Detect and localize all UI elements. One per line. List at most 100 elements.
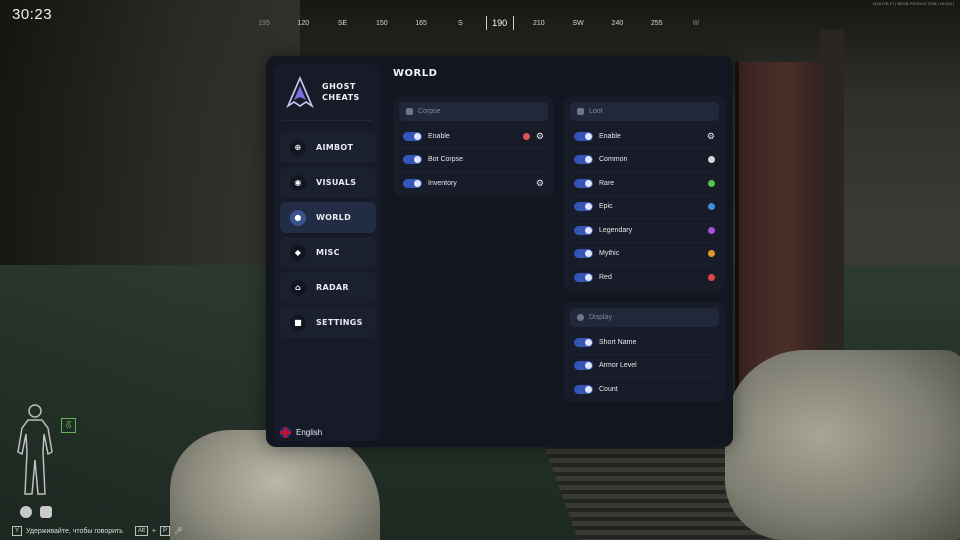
- loot-row: Legendary: [570, 219, 719, 243]
- loot-row: Mythic: [570, 243, 719, 266]
- body-health-icon: [17, 404, 53, 495]
- corpse-card: Corpse Enable ⚙ Bot Corpse Inventory ⚙: [393, 96, 554, 196]
- sidebar-divider: [282, 120, 372, 121]
- row-label: Common: [599, 156, 628, 164]
- brand-line2: CHEATS: [322, 93, 360, 102]
- page-title: WORLD: [393, 68, 438, 79]
- corpse-enable-toggle[interactable]: [403, 131, 422, 141]
- voice-key: Y: [12, 526, 23, 536]
- compass-tick: 150: [375, 19, 388, 27]
- loot-toggle[interactable]: [574, 155, 593, 165]
- corpse-row-enable: Enable ⚙: [399, 125, 548, 149]
- compass-tick: 195: [258, 19, 270, 27]
- sidebar: GHOST CHEATS ⊕ AIMBOT ◉ VISUALS ● WORLD …: [274, 64, 380, 441]
- loot-row: Epic: [570, 196, 719, 219]
- loot-title: Loot: [589, 108, 603, 115]
- sidebar-item-label: WORLD: [316, 213, 352, 222]
- color-picker-icon[interactable]: [708, 156, 715, 164]
- gear-icon[interactable]: ⚙: [536, 131, 544, 141]
- sidebar-item-label: SETTINGS: [316, 318, 363, 327]
- row-label: Epic: [599, 203, 613, 211]
- raid-timer: 30:23: [12, 6, 53, 23]
- loot-toggle[interactable]: [574, 202, 593, 212]
- sidebar-item-aimbot[interactable]: ⊕ AIMBOT: [280, 132, 376, 163]
- color-picker-icon[interactable]: [708, 179, 715, 187]
- loot-row: Enable ⚙: [570, 125, 719, 149]
- loot-row: Common: [570, 149, 719, 172]
- color-picker-icon[interactable]: [522, 132, 530, 140]
- color-picker-icon[interactable]: [708, 250, 715, 258]
- loot-toggle[interactable]: [574, 178, 593, 188]
- eye-icon: ◉: [290, 174, 306, 191]
- color-picker-icon[interactable]: [708, 274, 715, 282]
- loot-row: Red: [570, 266, 719, 290]
- row-label: Mythic: [599, 250, 620, 258]
- loot-toggle[interactable]: [574, 131, 593, 141]
- sidebar-item-visuals[interactable]: ◉ VISUALS: [280, 167, 376, 198]
- ghost-logo-icon: [286, 76, 314, 108]
- sidebar-item-label: AIMBOT: [316, 143, 354, 152]
- sidebar-item-settings[interactable]: ■ SETTINGS: [280, 307, 376, 338]
- display-toggle[interactable]: [574, 385, 593, 395]
- sidebar-item-misc[interactable]: ◆ MISC: [280, 237, 376, 268]
- hearing-icon: ᘔ: [61, 418, 76, 433]
- sidebar-item-label: RADAR: [316, 283, 349, 292]
- corpse-inventory-toggle[interactable]: [403, 179, 422, 189]
- loot-toggle[interactable]: [574, 225, 593, 235]
- row-label: Bot Corpse: [428, 156, 464, 164]
- language-selector[interactable]: English: [280, 427, 322, 438]
- compass-tick: 165: [415, 19, 427, 27]
- microphone-icon: 🎤︎: [174, 528, 183, 535]
- voice-hint-text: Удерживайте, чтобы говорить: [26, 527, 123, 535]
- compass-tick: 120: [297, 19, 310, 27]
- sidebar-item-world[interactable]: ● WORLD: [280, 202, 376, 233]
- sidebar-item-radar[interactable]: ⌂ RADAR: [280, 272, 376, 303]
- sidebar-nav: ⊕ AIMBOT ◉ VISUALS ● WORLD ◆ MISC ⌂ RADA…: [280, 132, 376, 342]
- loot-card: Loot Enable ⚙ Common Rare Epic Legendary Mythi…: [564, 96, 725, 292]
- crosshair-icon: ⊕: [290, 139, 306, 156]
- row-label: Rare: [599, 179, 615, 187]
- corpse-title: Corpse: [418, 108, 441, 115]
- display-toggle[interactable]: [574, 361, 593, 371]
- uk-flag-icon: [280, 427, 291, 438]
- gear-icon[interactable]: ⚙: [707, 131, 715, 141]
- voice-hint: Y Удерживайте, чтобы говорить Alt + P 🎤︎: [12, 526, 183, 536]
- color-picker-icon[interactable]: [708, 203, 715, 211]
- color-picker-icon[interactable]: [708, 226, 715, 234]
- row-label: Red: [599, 274, 612, 282]
- cheat-menu-panel: GHOST CHEATS ⊕ AIMBOT ◉ VISUALS ● WORLD …: [266, 56, 733, 447]
- compass-tick: S: [457, 19, 463, 27]
- server-info: 1104 IVB 17 | BEGB PRODUCTION | v0.016 |: [872, 1, 954, 6]
- row-label: Count: [599, 386, 618, 394]
- compass-tick: 190: [485, 16, 514, 30]
- display-title: Display: [589, 314, 612, 321]
- display-card: Display Short Name Armor Level Count: [564, 302, 725, 402]
- compass-tick: W: [692, 19, 700, 27]
- radar-icon: ⌂: [290, 279, 306, 296]
- shield-icon: ◆: [290, 244, 306, 261]
- row-label: Enable: [428, 132, 450, 140]
- corpse-bot-toggle[interactable]: [403, 155, 422, 165]
- gear-icon[interactable]: ⚙: [536, 179, 544, 188]
- plus-sign: +: [151, 527, 156, 535]
- display-toggle[interactable]: [574, 337, 593, 347]
- compass-tick: 240: [611, 19, 624, 27]
- box-icon: [406, 108, 413, 115]
- compass-tick: SW: [572, 19, 584, 27]
- row-label: Short Name: [599, 338, 637, 346]
- cube-icon: [577, 108, 584, 115]
- stomach-icon: [40, 506, 52, 518]
- player-right-hand: [725, 350, 960, 540]
- row-label: Inventory: [428, 180, 457, 188]
- loot-toggle[interactable]: [574, 249, 593, 259]
- compass-tick: 210: [533, 19, 545, 27]
- corpse-header: Corpse: [399, 102, 548, 121]
- sidebar-item-label: VISUALS: [316, 178, 357, 187]
- brand-logo: GHOST CHEATS: [286, 72, 376, 112]
- loot-row: Rare: [570, 172, 719, 196]
- corpse-row-bot: Bot Corpse: [399, 149, 548, 172]
- loot-toggle[interactable]: [574, 273, 593, 283]
- display-header: Display: [570, 308, 719, 327]
- display-row: Short Name: [570, 331, 719, 355]
- language-label: English: [296, 428, 323, 437]
